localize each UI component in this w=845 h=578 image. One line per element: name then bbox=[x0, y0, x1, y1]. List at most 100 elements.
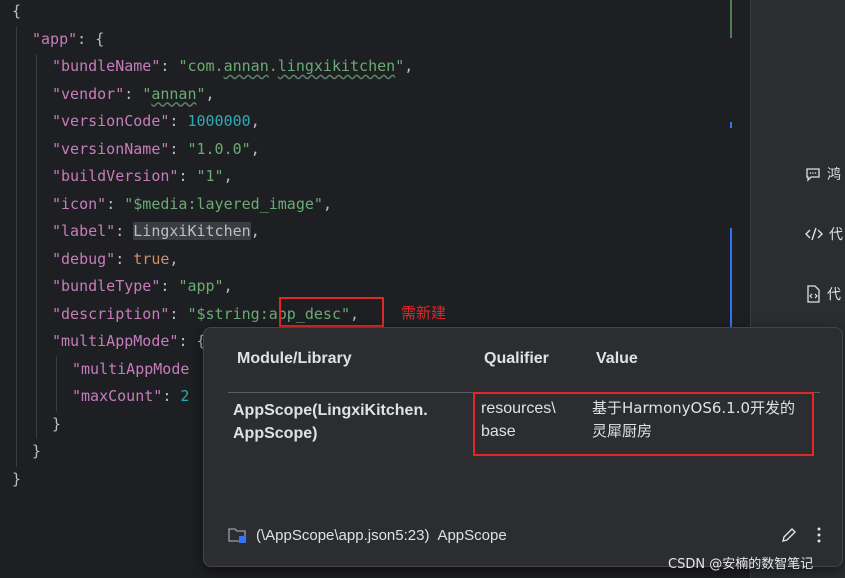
popup-actions bbox=[780, 526, 822, 544]
side-item-label: 代 bbox=[827, 287, 841, 303]
code-line[interactable]: "versionCode": 1000000, bbox=[52, 108, 260, 135]
code-token: "label" bbox=[52, 222, 116, 240]
cell-module: AppScope(LingxiKitchen. AppScope) bbox=[233, 399, 428, 445]
code-token: "versionName" bbox=[52, 139, 170, 158]
code-token: , bbox=[223, 277, 233, 295]
header-module: Module/Library bbox=[237, 350, 352, 367]
code-token: "icon" bbox=[52, 194, 107, 213]
footer-module: AppScope bbox=[437, 526, 507, 544]
header-value: Value bbox=[596, 350, 638, 367]
code-token: : bbox=[169, 139, 188, 158]
code-token: , bbox=[322, 194, 332, 213]
code-token: "multiAppMode" bbox=[52, 332, 179, 350]
code-line[interactable]: "bundleType": "app", bbox=[52, 273, 233, 300]
code-line[interactable]: } bbox=[52, 411, 61, 438]
indent-guide bbox=[36, 54, 37, 439]
code-line[interactable]: "debug": true, bbox=[52, 246, 178, 273]
scroll-marker bbox=[730, 0, 732, 38]
code-token: "vendor" bbox=[52, 84, 125, 103]
code-token: , bbox=[169, 249, 179, 268]
annotation-label: 需新建 bbox=[401, 304, 447, 322]
code-token: , bbox=[205, 84, 215, 103]
footer-path[interactable]: (\AppScope\app.json5:23) bbox=[256, 527, 429, 544]
code-token: "multiAppMode bbox=[72, 359, 190, 378]
code-token: } bbox=[32, 442, 42, 460]
code-token: , bbox=[404, 57, 414, 75]
indent-guide bbox=[16, 27, 17, 467]
code-token: "app" bbox=[32, 29, 78, 48]
code-line[interactable]: } bbox=[12, 466, 21, 493]
code-token: " bbox=[196, 84, 206, 103]
code-token: "1.0.0" bbox=[187, 139, 251, 158]
code-token: : bbox=[160, 277, 179, 295]
scroll-marker bbox=[730, 228, 732, 328]
code-token: : bbox=[160, 57, 179, 75]
code-icon bbox=[805, 227, 823, 241]
code-token: : bbox=[115, 222, 134, 240]
code-line[interactable]: "multiAppMode": { bbox=[52, 328, 206, 355]
code-line[interactable]: "multiAppMode bbox=[72, 356, 189, 383]
code-token: 1000000 bbox=[187, 112, 251, 130]
code-line[interactable]: "buildVersion": "1", bbox=[52, 163, 233, 190]
side-item-code[interactable]: 代 bbox=[805, 222, 845, 246]
code-line[interactable]: "app": { bbox=[32, 26, 104, 53]
code-token: : bbox=[124, 84, 143, 103]
side-item-assistant[interactable]: 鸿 bbox=[805, 162, 845, 186]
popup-footer: (\AppScope\app.json5:23) AppScope bbox=[228, 526, 507, 544]
edit-icon[interactable] bbox=[780, 526, 798, 544]
code-token: : bbox=[178, 167, 197, 185]
code-token: " bbox=[142, 84, 152, 103]
code-token: , bbox=[223, 167, 233, 185]
code-token: "bundleName" bbox=[52, 57, 161, 75]
code-token: true bbox=[133, 249, 170, 268]
code-token: annan bbox=[151, 84, 197, 103]
code-token: } bbox=[52, 414, 62, 433]
code-token: LingxiKitchen bbox=[133, 222, 251, 240]
code-token: , bbox=[250, 139, 260, 158]
code-line[interactable]: "vendor": "annan", bbox=[52, 81, 215, 108]
code-token: : bbox=[106, 194, 125, 213]
code-line[interactable]: "label": LingxiKitchen, bbox=[52, 218, 260, 245]
code-line[interactable]: "icon": "$media:layered_image", bbox=[52, 191, 332, 218]
indent-guide bbox=[56, 356, 57, 412]
code-line[interactable]: } bbox=[32, 438, 41, 465]
scroll-marker bbox=[730, 122, 732, 128]
side-item-label: 鸿 bbox=[827, 167, 841, 183]
document-icon bbox=[807, 285, 820, 303]
code-token: , bbox=[250, 112, 260, 130]
code-token: { bbox=[12, 2, 22, 20]
folder-icon bbox=[228, 528, 246, 543]
code-token: 2 bbox=[180, 387, 190, 405]
code-token: . bbox=[268, 57, 278, 75]
code-token: : bbox=[115, 249, 134, 268]
code-token: : { bbox=[77, 29, 105, 48]
code-token: "app" bbox=[178, 277, 224, 295]
code-line[interactable]: "versionName": "1.0.0", bbox=[52, 136, 260, 163]
code-token: "maxCount" bbox=[72, 387, 163, 405]
cell-module-line2: AppScope) bbox=[233, 425, 318, 442]
header-qualifier: Qualifier bbox=[484, 350, 549, 367]
code-token: "com. bbox=[178, 57, 224, 75]
code-token: : bbox=[169, 112, 188, 130]
code-token: annan bbox=[223, 57, 269, 75]
code-token: "buildVersion" bbox=[52, 167, 179, 185]
code-token: "versionCode" bbox=[52, 112, 170, 130]
code-token: } bbox=[12, 469, 22, 488]
more-options-icon[interactable] bbox=[816, 526, 822, 544]
highlight-box-app-desc bbox=[279, 297, 384, 327]
code-token: " bbox=[395, 57, 405, 75]
code-token: "bundleType" bbox=[52, 277, 161, 295]
watermark: CSDN @安楠的数智笔记 bbox=[668, 557, 814, 572]
code-token: : { bbox=[178, 332, 206, 350]
code-line[interactable]: "bundleName": "com.annan.lingxikitchen", bbox=[52, 53, 413, 80]
code-token: : bbox=[169, 304, 188, 323]
code-token: "1" bbox=[196, 167, 224, 185]
code-token: "$media:layered_image" bbox=[124, 194, 323, 213]
cell-module-line1: AppScope(LingxiKitchen. bbox=[233, 402, 428, 419]
side-item-doc[interactable]: 代 bbox=[805, 282, 845, 306]
code-line[interactable]: "maxCount": 2 bbox=[72, 383, 189, 410]
code-token: , bbox=[250, 222, 260, 240]
code-token: : bbox=[162, 387, 181, 405]
code-line[interactable]: { bbox=[12, 0, 21, 25]
chat-icon bbox=[806, 168, 820, 182]
